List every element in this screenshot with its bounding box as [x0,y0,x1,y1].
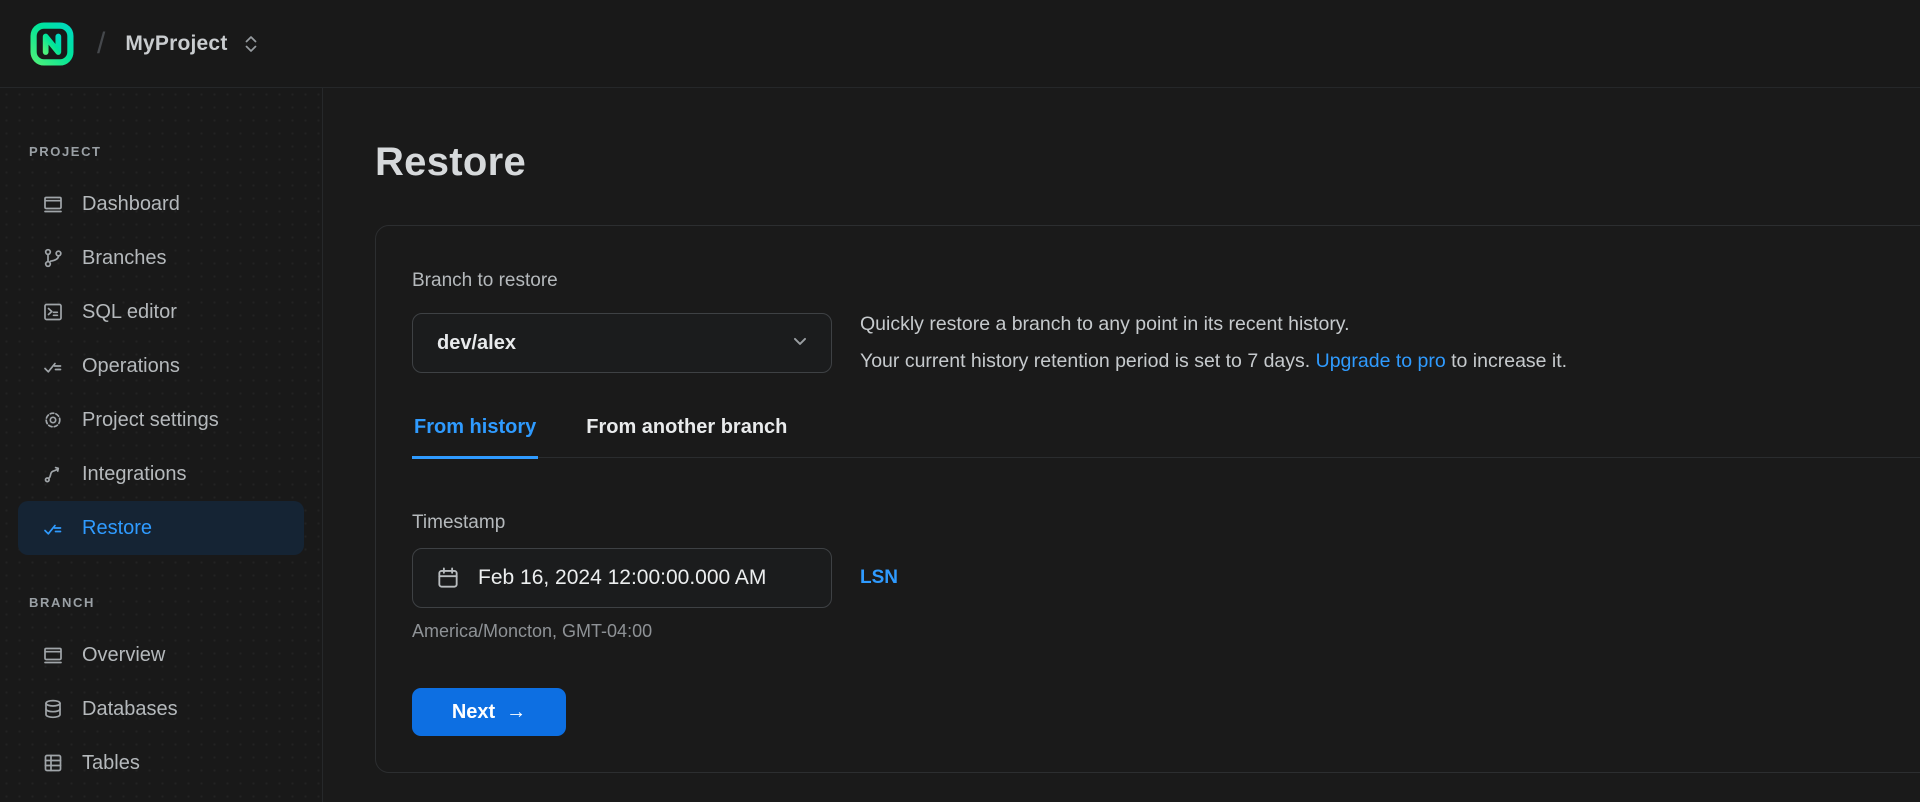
calendar-icon [438,567,458,588]
sidebar-item-databases[interactable]: Databases [18,682,304,736]
sidebar-item-label: Overview [82,643,166,666]
upgrade-to-pro-link[interactable]: Upgrade to pro [1316,350,1446,372]
sidebar: PROJECT Dashboard Branches SQL editor Op… [0,88,323,802]
app-window: / MyProject PROJECT Dashboard Branches S… [0,0,1920,802]
project-name[interactable]: MyProject [125,32,227,56]
page-title: Restore [375,140,527,184]
timestamp-label: Timestamp [412,512,506,533]
restore-description: Quickly restore a branch to any point in… [860,306,1567,380]
restore-tabs: From history From another branch [412,416,1920,459]
tab-from-another-branch[interactable]: From another branch [584,416,789,459]
timestamp-input[interactable]: Feb 16, 2024 12:00:00.000 AM [412,548,832,608]
sidebar-section-branch: BRANCH [29,595,95,610]
sidebar-item-label: Restore [82,516,153,539]
next-button-label: Next [451,700,496,723]
main-content: Restore Branch to restore dev/alex Quick… [323,88,1920,802]
chevron-up-down-icon[interactable] [242,33,260,55]
sidebar-item-label: Databases [82,697,178,720]
branch-select-label: Branch to restore [412,270,558,291]
sidebar-item-integrations[interactable]: Integrations [18,447,304,501]
description-line2: Your current history retention period is… [860,350,1568,372]
sidebar-item-label: Branches [82,246,167,269]
sidebar-item-label: Integrations [82,462,187,485]
tab-from-history[interactable]: From history [412,416,539,459]
neon-logo-icon[interactable] [29,21,75,67]
restore-card: Branch to restore dev/alex Quickly resto… [375,225,1920,773]
sidebar-item-overview[interactable]: Overview [18,628,304,682]
branch-select-value: dev/alex [437,331,516,354]
sidebar-item-dashboard[interactable]: Dashboard [18,177,304,231]
description-line1: Quickly restore a branch to any point in… [860,313,1350,335]
chevron-down-icon [789,330,811,357]
sql-editor-icon [41,300,65,324]
restore-icon [41,516,65,540]
tables-icon [41,751,65,775]
arrow-right-icon: → [506,700,527,723]
sidebar-item-branches[interactable]: Branches [18,231,304,285]
branches-icon [41,246,65,270]
lsn-link[interactable]: LSN [860,567,898,589]
sidebar-item-operations[interactable]: Operations [18,339,304,393]
gear-icon [41,408,65,432]
overview-icon [41,643,65,667]
databases-icon [41,697,65,721]
top-bar: / MyProject [0,0,1920,88]
sidebar-item-label: Dashboard [82,192,180,215]
sidebar-item-label: Operations [82,354,180,377]
operations-icon [41,354,65,378]
next-button[interactable]: Next → [412,688,566,736]
sidebar-item-sql-editor[interactable]: SQL editor [18,285,304,339]
dashboard-icon [41,192,65,216]
breadcrumb-separator: / [97,26,106,60]
timezone-note: America/Moncton, GMT-04:00 [412,621,653,641]
branch-select[interactable]: dev/alex [412,313,832,373]
sidebar-item-project-settings[interactable]: Project settings [18,393,304,447]
integrations-icon [41,462,65,486]
sidebar-section-project: PROJECT [29,144,102,159]
sidebar-item-label: Project settings [82,408,219,431]
sidebar-item-label: Tables [82,751,140,774]
timestamp-value: Feb 16, 2024 12:00:00.000 AM [478,566,767,589]
sidebar-item-label: SQL editor [82,300,177,323]
sidebar-item-restore[interactable]: Restore [18,501,304,555]
sidebar-item-tables[interactable]: Tables [18,736,304,790]
